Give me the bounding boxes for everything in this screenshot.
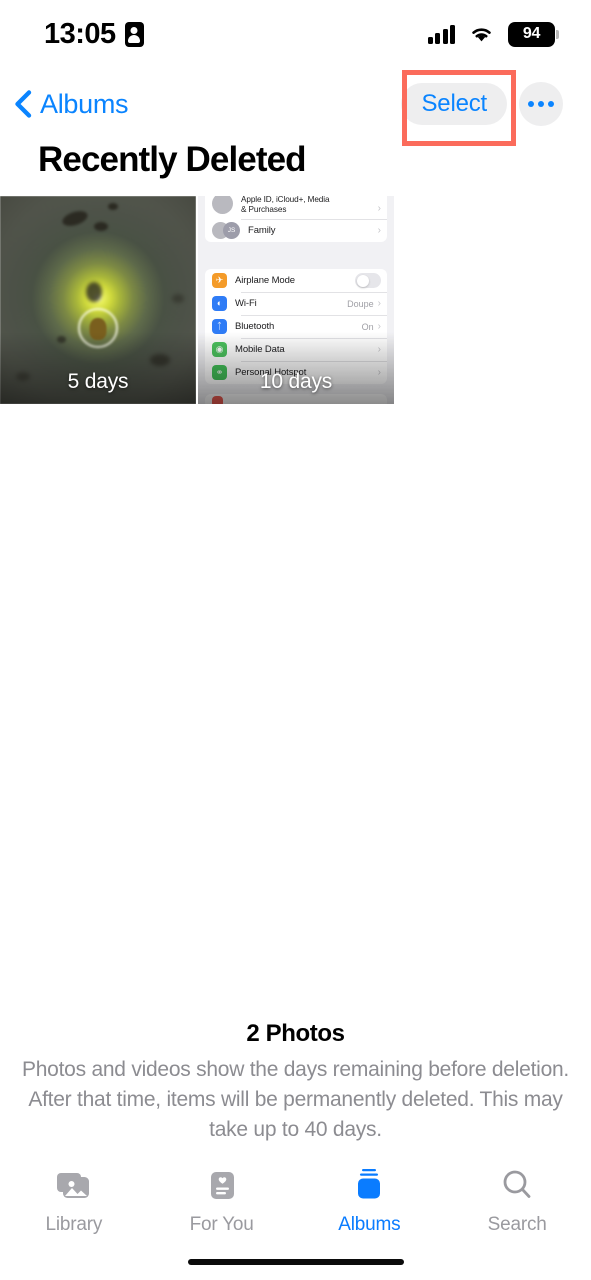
ellipsis-dot (528, 101, 534, 107)
settings-row-airplane-mode: ✈ Airplane Mode (205, 269, 387, 292)
for-you-card-icon (200, 1165, 244, 1207)
status-bar-left: 13:05 (44, 18, 144, 51)
status-bar: 13:05 94 (0, 0, 591, 68)
tab-label: Search (487, 1214, 547, 1235)
settings-row-family: JS Family › (205, 219, 387, 242)
chevron-left-icon (12, 89, 34, 119)
tab-albums[interactable]: Albums (296, 1165, 444, 1236)
page-title: Recently Deleted (38, 140, 307, 179)
tab-label: For You (189, 1214, 254, 1235)
avatar: JS (223, 222, 240, 239)
tab-for-you[interactable]: For You (148, 1165, 296, 1236)
ellipsis-dot (538, 101, 544, 107)
photo-thumbnail-2[interactable]: Apple ID, iCloud+, Media & Purchases › J… (198, 196, 394, 404)
settings-card-account: Apple ID, iCloud+, Media & Purchases › J… (205, 196, 387, 242)
back-button-label: Albums (40, 88, 129, 119)
battery-percent-label: 94 (522, 25, 541, 42)
settings-row-apple-id: Apple ID, iCloud+, Media & Purchases › (205, 196, 387, 219)
tab-search[interactable]: Search (443, 1165, 591, 1236)
settings-row-value: On (361, 321, 374, 332)
navigation-bar-actions: Select (401, 82, 563, 126)
back-button[interactable]: Albums (12, 88, 129, 120)
settings-row-label: Airplane Mode (235, 275, 295, 286)
chevron-right-icon: › (377, 225, 381, 236)
select-button[interactable]: Select (401, 83, 507, 125)
battery-cap (556, 29, 559, 39)
tab-library[interactable]: Library (0, 1165, 148, 1236)
contact-card-icon (124, 21, 144, 47)
magnifier-icon (495, 1165, 539, 1207)
tab-label: Albums (338, 1214, 401, 1235)
airplane-icon: ✈ (212, 273, 227, 288)
tab-label: Library (45, 1214, 103, 1235)
battery-indicator: 94 (508, 21, 559, 47)
albums-icon (347, 1165, 391, 1207)
settings-row-value: Doupe (347, 298, 374, 309)
wifi-icon (468, 24, 495, 44)
wifi-icon: ◐ (212, 296, 227, 311)
navigation-bar: Albums Select (0, 68, 591, 140)
cellular-signal-icon (427, 24, 455, 44)
settings-row-label: Apple ID, iCloud+, Media & Purchases (241, 196, 330, 214)
chevron-right-icon: › (377, 321, 381, 332)
status-bar-clock: 13:05 (44, 17, 116, 50)
days-remaining-label: 10 days (259, 370, 333, 393)
chevron-right-icon: › (377, 298, 381, 309)
avatar (212, 196, 233, 214)
ellipsis-dot (548, 101, 554, 107)
photo-grid: 5 days Apple ID, iCloud+, Media & Purcha… (0, 196, 394, 404)
status-bar-right: 94 (427, 21, 559, 47)
settings-row-label: Bluetooth (235, 321, 275, 332)
footer-description: Photos and videos show the days remainin… (21, 1058, 570, 1141)
settings-row-wifi: ◐ Wi-Fi Doupe › (205, 292, 387, 315)
photo-stack-icon (52, 1165, 96, 1207)
chevron-right-icon: › (377, 203, 381, 214)
days-remaining-label: 5 days (67, 370, 129, 393)
settings-row-label: Wi-Fi (235, 298, 257, 309)
settings-row-label: Family (248, 225, 276, 236)
photo-count-label: 2 Photos (246, 1020, 345, 1047)
home-indicator (187, 1259, 404, 1265)
photo-thumbnail-1[interactable]: 5 days (0, 196, 196, 404)
footer-info: 2 Photos Photos and videos show the days… (0, 1020, 591, 1144)
airplane-mode-toggle (355, 273, 381, 288)
more-options-button[interactable] (519, 82, 563, 126)
